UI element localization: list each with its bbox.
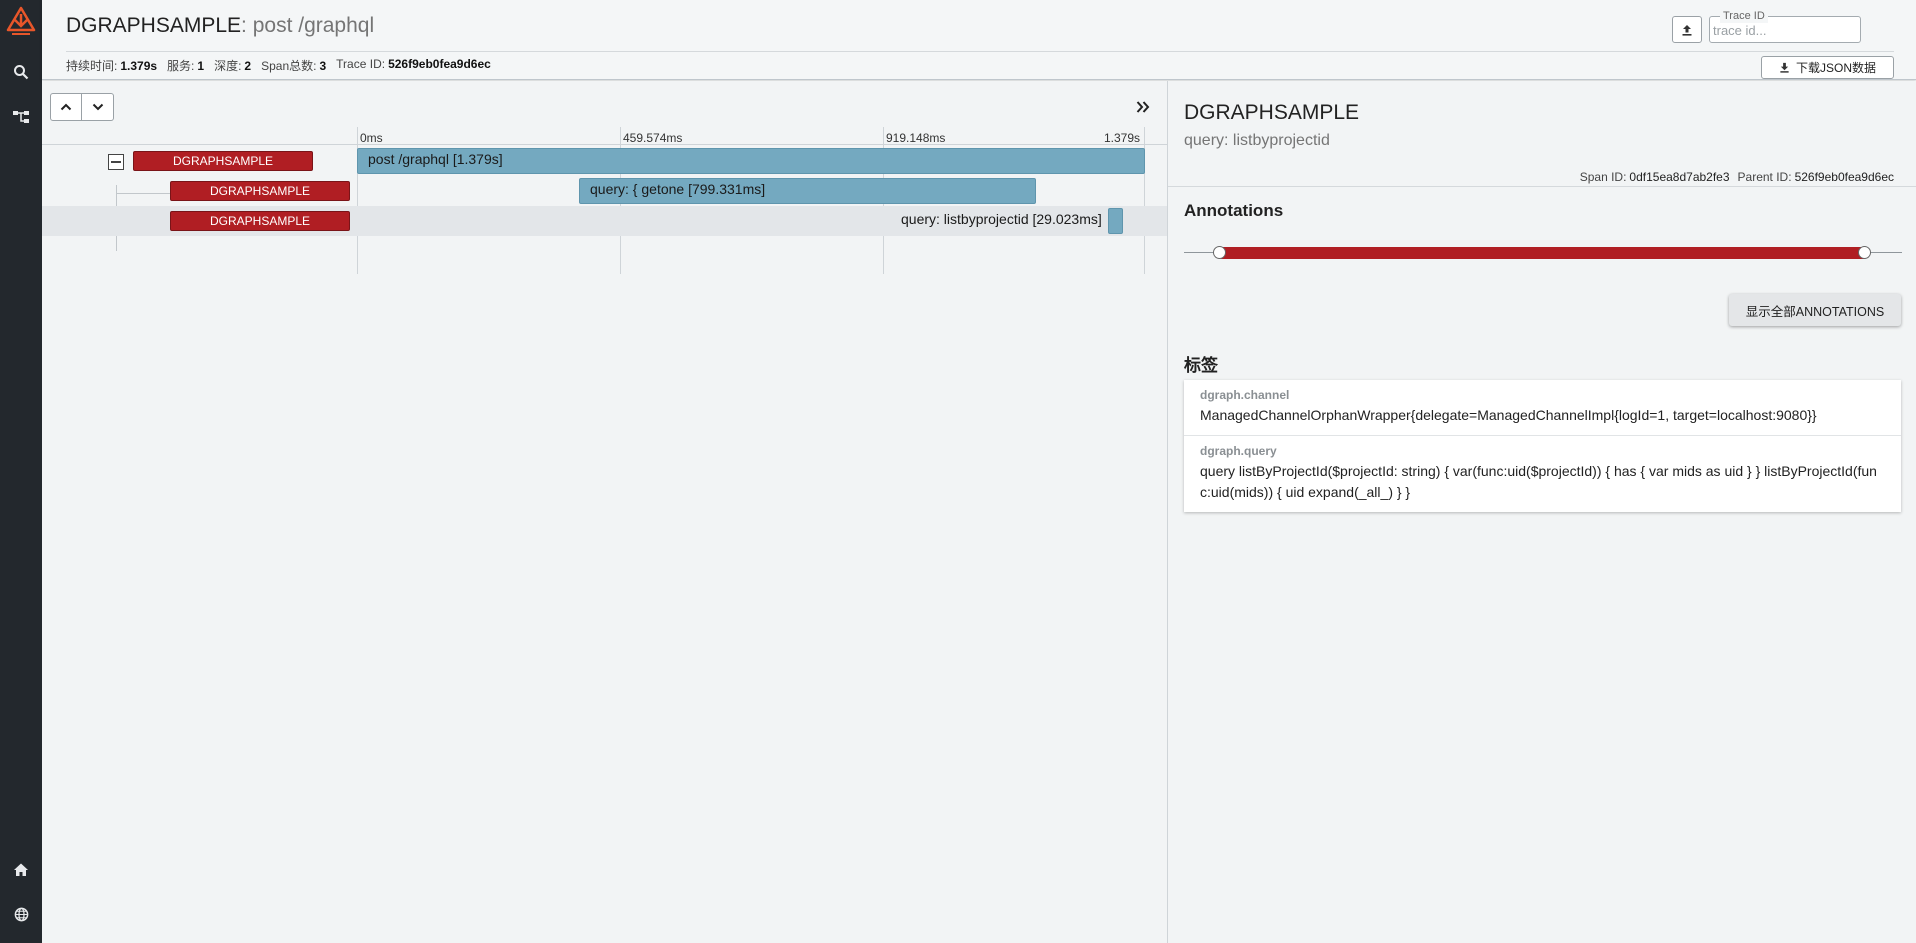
span-count-stat: Span总数: 3: [261, 59, 327, 73]
tag-item: dgraph.channel ManagedChannelOrphanWrapp…: [1184, 380, 1901, 436]
upload-icon: [1682, 24, 1692, 36]
parent-id: Parent ID: 526f9eb0fea9d6ec: [1737, 170, 1894, 184]
detail-divider: [1168, 186, 1916, 187]
download-icon: [1780, 62, 1789, 73]
tick-label: 1.379s: [1104, 131, 1141, 145]
timeline-pane: 0ms 459.574ms 919.148ms 1.379s DGRAPHSAM…: [42, 81, 1167, 943]
span-detail-pane: DGRAPHSAMPLE query: listbyprojectid Span…: [1167, 81, 1916, 943]
double-chevron-right-icon: [1136, 101, 1150, 113]
span-service-badge: DGRAPHSAMPLE: [170, 211, 350, 231]
span-duration-bar[interactable]: [1108, 208, 1123, 234]
trace-id-search: Trace ID: [1709, 9, 1861, 43]
trace-id-input[interactable]: [1713, 20, 1857, 40]
tag-key: dgraph.query: [1200, 444, 1277, 458]
search-icon[interactable]: [0, 51, 42, 93]
trace-header: DGRAPHSAMPLE: post /graphql 持续时间: 1.379s …: [42, 0, 1916, 80]
tag-value: query listByProjectId($projectId: string…: [1200, 463, 1877, 500]
timeline-ticks: 0ms 459.574ms 919.148ms 1.379s: [42, 125, 1167, 145]
left-rail: [0, 0, 42, 943]
show-all-annotations-button[interactable]: 显示全部ANNOTATIONS: [1729, 294, 1901, 326]
download-json-button[interactable]: 下载JSON数据: [1761, 56, 1894, 79]
tick-label: 919.148ms: [886, 131, 946, 145]
chevron-down-icon: [92, 103, 103, 111]
depth-stat: 深度: 2: [214, 59, 252, 73]
span-row[interactable]: DGRAPHSAMPLE query: { getone [799.331ms]: [42, 176, 1167, 206]
annotations-heading: Annotations: [1184, 201, 1284, 220]
tag-item: dgraph.query query listByProjectId($proj…: [1184, 436, 1901, 512]
annotation-slider-start-handle[interactable]: [1213, 246, 1226, 259]
span-ids: Span ID: 0df15ea8d7ab2fe3 Parent ID: 526f9…: [1580, 170, 1894, 184]
span-row[interactable]: DGRAPHSAMPLE post /graphql [1.379s]: [42, 146, 1167, 176]
span-id: Span ID: 0df15ea8d7ab2fe3: [1579, 170, 1730, 184]
span-row-selected[interactable]: DGRAPHSAMPLE query: listbyprojectid [29.…: [42, 206, 1167, 236]
trace-service-name: DGRAPHSAMPLE: [66, 14, 242, 37]
annotation-slider-range: [1220, 247, 1865, 259]
dependencies-icon[interactable]: [0, 96, 42, 138]
tags-heading: 标签: [1184, 356, 1218, 375]
chevron-up-icon: [60, 103, 72, 111]
tag-key: dgraph.channel: [1200, 388, 1290, 402]
collapse-toggle-button[interactable]: [108, 154, 124, 170]
services-stat: 服务: 1: [167, 59, 205, 73]
span-service-badge: DGRAPHSAMPLE: [133, 151, 313, 171]
detail-operation-name: query: listbyprojectid: [1184, 132, 1330, 149]
trace-operation-name: : post /graphql: [241, 14, 375, 37]
duration-stat: 持续时间: 1.379s: [66, 59, 158, 73]
detail-service-name: DGRAPHSAMPLE: [1184, 101, 1360, 124]
tick-label: 0ms: [360, 131, 383, 145]
previous-span-button[interactable]: [50, 93, 82, 121]
annotation-slider-end-handle[interactable]: [1858, 246, 1871, 259]
upload-json-button[interactable]: [1672, 16, 1702, 43]
span-nav-buttons: [50, 93, 114, 121]
span-label: query: listbyprojectid [29.023ms]: [901, 211, 1102, 227]
timeline-axis: [42, 144, 1167, 145]
next-span-button[interactable]: [82, 93, 114, 121]
tags-list: dgraph.channel ManagedChannelOrphanWrapp…: [1184, 380, 1901, 512]
trace-id-stat: Trace ID: 526f9eb0fea9d6ec: [336, 57, 491, 71]
language-globe-icon[interactable]: [0, 893, 42, 935]
tick-label: 459.574ms: [623, 131, 683, 145]
trace-summary: 持续时间: 1.379s 服务: 1 深度: 2 Span总数: 3 Trace ID:…: [66, 57, 491, 74]
toggle-detail-pane-button[interactable]: [1132, 96, 1154, 118]
header-divider: [66, 51, 1894, 52]
span-label: post /graphql [1.379s]: [368, 151, 503, 167]
zipkin-logo-icon[interactable]: [0, 0, 42, 42]
tag-value: ManagedChannelOrphanWrapper{delegate=Man…: [1200, 407, 1817, 423]
page-title: DGRAPHSAMPLE: post /graphql: [66, 14, 374, 38]
span-label: query: { getone [799.331ms]: [590, 181, 766, 197]
home-icon[interactable]: [0, 848, 42, 890]
span-service-badge: DGRAPHSAMPLE: [170, 181, 350, 201]
download-json-label: 下载JSON数据: [1795, 61, 1876, 75]
